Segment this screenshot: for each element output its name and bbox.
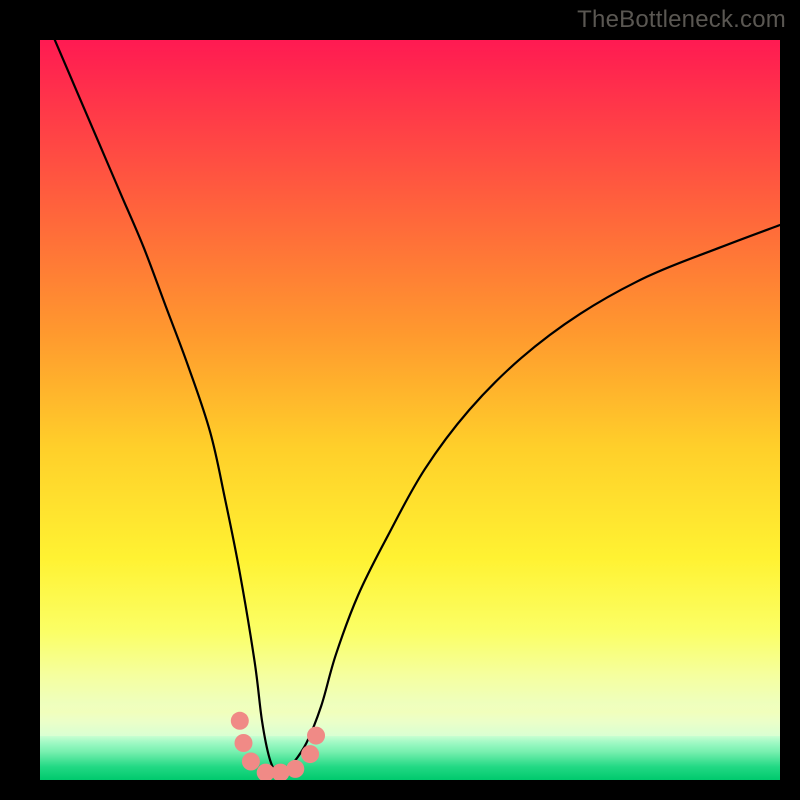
trough-marker: [286, 760, 304, 778]
bottleneck-curve: [55, 40, 780, 774]
trough-marker: [235, 734, 253, 752]
curve-svg: [40, 40, 780, 780]
trough-marker: [242, 753, 260, 771]
plot-area: [40, 40, 780, 780]
trough-markers: [231, 712, 325, 780]
trough-marker: [231, 712, 249, 730]
trough-marker: [301, 745, 319, 763]
chart-frame: TheBottleneck.com: [0, 0, 800, 800]
trough-marker: [307, 727, 325, 745]
watermark-text: TheBottleneck.com: [577, 6, 786, 34]
